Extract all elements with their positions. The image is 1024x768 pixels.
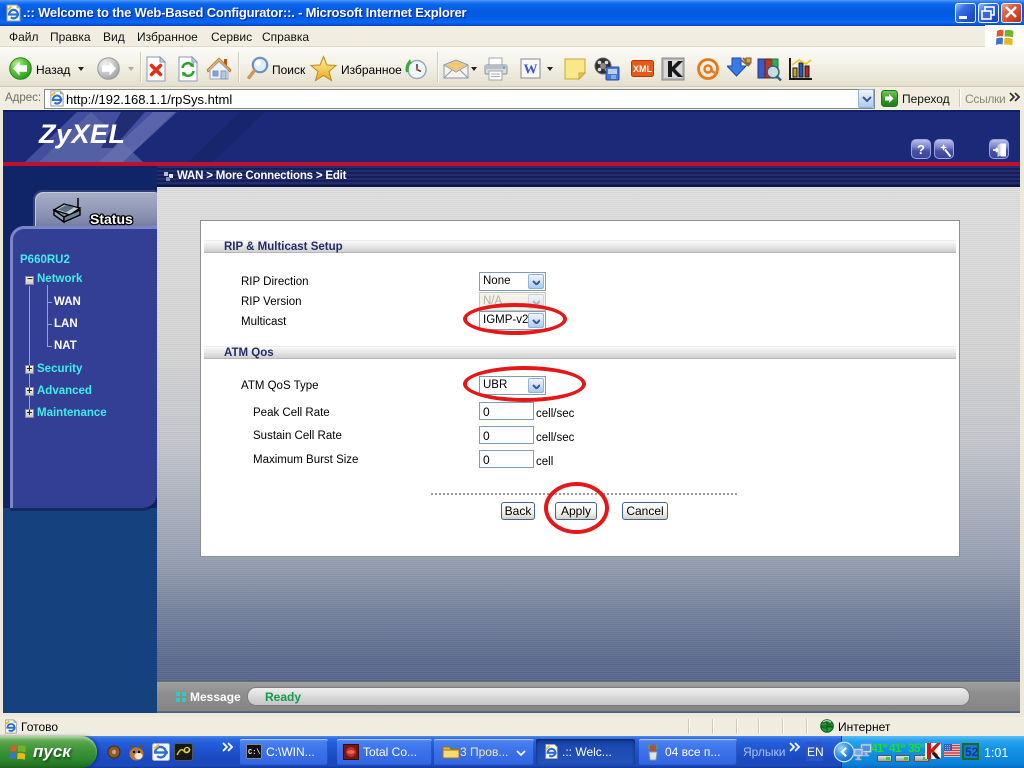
- svg-text:W: W: [524, 63, 538, 78]
- svg-text:C:\: C:\: [248, 749, 261, 757]
- svg-text:Status: Status: [90, 211, 133, 227]
- svg-text:XML: XML: [633, 64, 653, 74]
